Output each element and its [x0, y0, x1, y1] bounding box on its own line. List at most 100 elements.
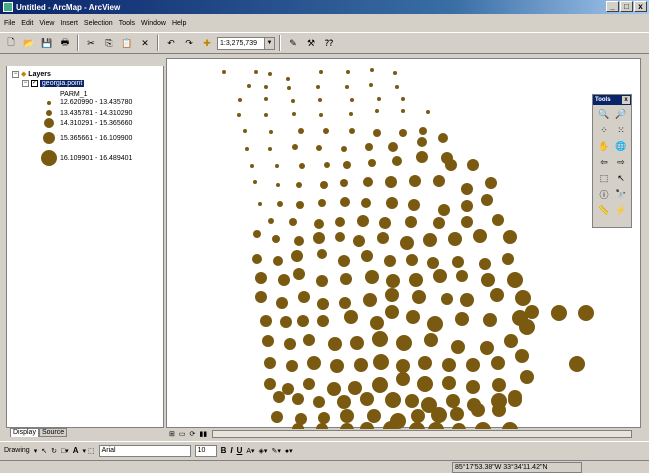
tab-display[interactable]: Display [10, 428, 39, 437]
map-point [337, 395, 351, 409]
close-button[interactable]: x [634, 1, 647, 12]
fixed-zoom-out-icon[interactable]: ⁙ [613, 123, 629, 138]
cut-icon[interactable]: ✂ [83, 35, 99, 51]
map-point [412, 290, 426, 304]
map-point [479, 258, 491, 270]
full-extent-icon[interactable]: 🌐 [613, 139, 629, 154]
map-point [320, 181, 328, 189]
underline-button[interactable]: U [237, 446, 243, 455]
fill-color-icon[interactable]: ◈▾ [259, 447, 268, 455]
new-document-icon[interactable]: 🗋 [3, 35, 19, 51]
map-point [466, 380, 480, 394]
drawing-menu[interactable]: Drawing [4, 447, 30, 454]
new-text-tool[interactable]: A [73, 446, 79, 455]
delete-icon[interactable]: ✕ [137, 35, 153, 51]
map-point [492, 378, 506, 392]
map-point [520, 370, 534, 384]
map-point [296, 182, 302, 188]
legend-symbol [47, 101, 51, 105]
close-icon[interactable]: x [622, 96, 630, 104]
measure-icon[interactable]: 📏 [596, 203, 612, 218]
maximize-button[interactable]: □ [620, 1, 633, 12]
map-point [264, 97, 268, 101]
fixed-zoom-in-icon[interactable]: ⁘ [596, 123, 612, 138]
toc-root-row[interactable]: − ◆ Layers [12, 70, 51, 78]
pause-drawing-icon[interactable]: ▮▮ [199, 430, 207, 438]
forward-extent-icon[interactable]: ⇨ [613, 155, 629, 170]
menu-file[interactable]: File [4, 20, 15, 27]
zoom-out-icon[interactable]: 🔎 [613, 107, 629, 122]
menu-insert[interactable]: Insert [60, 20, 78, 27]
refresh-icon[interactable]: ⟳ [190, 430, 196, 438]
pan-icon[interactable]: ✋ [596, 139, 612, 154]
find-icon[interactable]: 🔭 [613, 187, 629, 202]
open-folder-icon[interactable]: 📂 [21, 35, 37, 51]
toc-layer-name[interactable]: georgia.point [39, 80, 85, 88]
menu-help[interactable]: Help [172, 20, 186, 27]
save-icon[interactable]: 💾 [39, 35, 55, 51]
toc-layer-row[interactable]: − ✓ georgia.point [22, 80, 85, 88]
map-point [262, 335, 274, 347]
callout-icon[interactable]: ▾ ⬚ [82, 447, 94, 455]
font-color-icon[interactable]: A▾ [246, 447, 254, 455]
map-display[interactable] [166, 58, 642, 429]
map-point [428, 422, 444, 429]
editor-toolbar-icon[interactable]: ✎ [285, 35, 301, 51]
map-point [442, 376, 456, 390]
back-extent-icon[interactable]: ⇦ [596, 155, 612, 170]
map-point [253, 180, 257, 184]
menu-window[interactable]: Window [141, 20, 166, 27]
marker-color-icon[interactable]: ●▾ [285, 447, 293, 455]
map-point [370, 316, 384, 330]
map-point [433, 217, 445, 229]
chevron-down-icon[interactable]: ▼ [264, 37, 274, 49]
data-view-icon[interactable]: ⊞ [169, 430, 175, 438]
map-point [264, 378, 276, 390]
rotate-icon[interactable]: ↻ [51, 447, 57, 455]
map-point [427, 316, 443, 332]
identify-icon[interactable]: ⓘ [596, 187, 612, 202]
paste-icon[interactable]: 📋 [119, 35, 135, 51]
layout-view-icon[interactable]: ▭ [179, 430, 186, 438]
menu-selection[interactable]: Selection [84, 20, 113, 27]
add-data-icon[interactable]: ✚ [199, 35, 215, 51]
collapse-icon[interactable]: − [22, 80, 29, 87]
italic-button[interactable]: I [230, 446, 232, 455]
map-point [411, 409, 425, 423]
map-point [379, 217, 391, 229]
arctoolbox-icon[interactable]: ⚒ [303, 35, 319, 51]
font-size-combo[interactable]: 10 [194, 444, 217, 457]
collapse-icon[interactable]: − [12, 70, 19, 78]
zoom-in-icon[interactable]: 🔍 [596, 107, 612, 122]
tab-source[interactable]: Source [38, 428, 68, 437]
select-elements-icon[interactable]: ↖ [41, 447, 47, 455]
bold-button[interactable]: B [221, 446, 227, 455]
map-point [475, 422, 491, 429]
map-point [388, 142, 398, 152]
tools-toolbar-title[interactable]: Tools x [593, 95, 631, 105]
rectangle-icon[interactable]: □▾ [61, 447, 69, 455]
undo-icon[interactable]: ↶ [163, 35, 179, 51]
horizontal-scrollbar[interactable] [212, 430, 632, 438]
hyperlink-icon[interactable]: ⚡ [613, 203, 629, 218]
map-scale-combo[interactable]: 1:3,275,739 ▼ [217, 36, 275, 50]
map-point [372, 331, 388, 347]
menu-edit[interactable]: Edit [21, 20, 33, 27]
map-canvas[interactable] [167, 59, 642, 429]
line-color-icon[interactable]: ✎▾ [271, 447, 280, 455]
minimize-button[interactable]: _ [606, 1, 619, 12]
select-elements-icon[interactable]: ↖ [613, 171, 629, 186]
menu-tools[interactable]: Tools [119, 20, 135, 27]
layer-visibility-checkbox[interactable]: ✓ [30, 80, 38, 87]
map-point [396, 335, 412, 351]
redo-icon[interactable]: ↷ [181, 35, 197, 51]
map-point [294, 236, 304, 246]
font-name-combo[interactable]: Arial [98, 444, 191, 457]
select-features-icon[interactable]: ⬚ [596, 171, 612, 186]
map-point [298, 128, 304, 134]
print-icon[interactable]: 🖶 [57, 35, 73, 51]
whats-this-help-icon[interactable]: ⁇ [321, 35, 337, 51]
chevron-down-icon[interactable]: ▾ [34, 447, 38, 455]
copy-icon[interactable]: ⎘ [101, 35, 117, 51]
menu-view[interactable]: View [39, 20, 54, 27]
